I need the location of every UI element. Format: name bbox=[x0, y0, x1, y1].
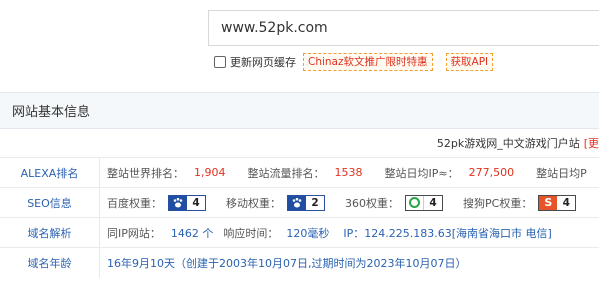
domain-age-row: 域名年龄 16年9月10天（创建于2003年10月07日,过期时间为2023年1… bbox=[0, 248, 599, 278]
site-description-row: 52pk游戏网_中文游戏门户站 [更 bbox=[0, 129, 599, 158]
360-ring-icon bbox=[406, 195, 424, 210]
same-ip-label: 同IP网站： bbox=[107, 226, 161, 240]
daily-pv-label: 整站日均P bbox=[536, 166, 587, 180]
mobile-weight-badge[interactable]: 2 bbox=[287, 194, 325, 211]
seo-label[interactable]: SEO信息 bbox=[0, 188, 100, 217]
paw-icon bbox=[169, 195, 187, 210]
seo-row: SEO信息 百度权重： 4 移动权重： 2 360权重： 4 搜狗PC权重： S… bbox=[0, 188, 599, 218]
sogou-weight-badge[interactable]: S 4 bbox=[538, 194, 577, 211]
site-info-panel: 网站基本信息 52pk游戏网_中文游戏门户站 [更 ALEXA排名 整站世界排名… bbox=[0, 92, 599, 307]
sogou-weight-label: 搜狗PC权重： bbox=[463, 196, 533, 210]
api-link[interactable]: 获取API bbox=[445, 53, 494, 71]
panel-header: 网站基本信息 bbox=[0, 93, 599, 129]
domain-age-value[interactable]: 16年9月10天（创建于2003年10月07日,过期时间为2023年10月07日… bbox=[107, 255, 466, 271]
world-rank-label: 整站世界排名： bbox=[107, 166, 184, 180]
dns-body: 同IP网站： 1462 个 响应时间： 120毫秒 IP：124.225.183… bbox=[100, 225, 552, 241]
domain-age-body: 16年9月10天（创建于2003年10月07日,过期时间为2023年10月07日… bbox=[100, 255, 466, 271]
sogou-weight-value: 4 bbox=[557, 195, 576, 210]
panel-title: 网站基本信息 bbox=[12, 105, 91, 120]
mobile-weight-value: 2 bbox=[306, 195, 324, 210]
baidu-weight-value: 4 bbox=[187, 195, 205, 210]
domain-age-label[interactable]: 域名年龄 bbox=[0, 248, 100, 278]
traffic-rank-label: 整站流量排名： bbox=[247, 166, 325, 180]
alexa-row: ALEXA排名 整站世界排名： 1,904 整站流量排名： 1538 整站日均I… bbox=[0, 158, 599, 188]
search-options: 更新网页缓存 Chinaz软文推广限时特惠 获取API bbox=[214, 52, 494, 72]
response-time-value: 120毫秒 bbox=[286, 226, 330, 240]
traffic-rank-value: 1538 bbox=[334, 166, 363, 179]
alexa-label[interactable]: ALEXA排名 bbox=[0, 158, 100, 187]
s360-weight-value: 4 bbox=[424, 195, 442, 210]
alexa-body: 整站世界排名： 1,904 整站流量排名： 1538 整站日均IP≈： 277,… bbox=[100, 165, 587, 181]
s360-weight-label: 360权重： bbox=[345, 196, 399, 210]
paw-icon bbox=[288, 195, 306, 210]
baidu-weight-label: 百度权重： bbox=[107, 196, 162, 210]
search-input-value: www.52pk.com bbox=[221, 20, 328, 36]
world-rank-value: 1,904 bbox=[194, 166, 226, 179]
dns-label[interactable]: 域名解析 bbox=[0, 218, 100, 247]
daily-ip-value: 277,500 bbox=[468, 166, 515, 179]
daily-ip-label: 整站日均IP≈： bbox=[384, 166, 459, 180]
promo-link[interactable]: Chinaz软文推广限时特惠 bbox=[303, 53, 433, 71]
site-description: 52pk游戏网_中文游戏门户站 bbox=[436, 137, 580, 150]
response-time-label: 响应时间： bbox=[223, 226, 279, 240]
refresh-cache-checkbox[interactable] bbox=[214, 56, 226, 68]
mobile-weight-label: 移动权重： bbox=[226, 196, 281, 210]
seo-body: 百度权重： 4 移动权重： 2 360权重： 4 搜狗PC权重： S 4 bbox=[100, 194, 596, 211]
baidu-weight-badge[interactable]: 4 bbox=[168, 194, 206, 211]
refresh-cache-label[interactable]: 更新网页缓存 bbox=[230, 54, 296, 70]
dns-row: 域名解析 同IP网站： 1462 个 响应时间： 120毫秒 IP：124.22… bbox=[0, 218, 599, 248]
same-ip-value[interactable]: 1462 个 bbox=[171, 225, 214, 241]
sogou-s-icon: S bbox=[539, 195, 558, 210]
search-input[interactable]: www.52pk.com bbox=[208, 10, 599, 46]
site-description-more-link[interactable]: [更 bbox=[584, 135, 599, 151]
ip-info-link[interactable]: IP：124.225.183.63[海南省海口市 电信] bbox=[343, 225, 551, 241]
s360-weight-badge[interactable]: 4 bbox=[405, 194, 443, 211]
